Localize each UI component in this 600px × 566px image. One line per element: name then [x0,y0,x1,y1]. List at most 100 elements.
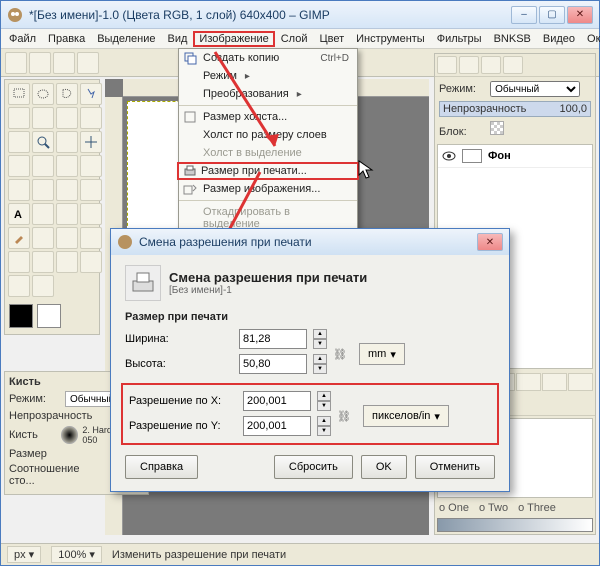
tool-blur[interactable] [80,251,102,273]
toolbox: A [4,79,100,335]
height-input[interactable] [239,354,307,374]
tool-shear[interactable] [8,179,30,201]
canvas-size-icon [183,110,197,124]
tool-crop[interactable] [32,155,54,177]
menu-filters[interactable]: Фильтры [431,31,488,47]
layer-name[interactable]: Фон [488,150,511,162]
print-size-dialog: Смена разрешения при печати ✕ Смена разр… [110,228,510,492]
nav-slider[interactable] [437,518,593,532]
tool-paths[interactable] [80,107,102,129]
status-unit[interactable]: px ▾ [7,546,41,563]
tab-paths[interactable] [481,56,501,74]
tool-foreground[interactable] [56,107,78,129]
tool-flip[interactable] [56,179,78,201]
tool-fuzzy-select[interactable] [80,83,102,105]
tool-pencil[interactable] [80,203,102,225]
tool-by-color[interactable] [8,107,30,129]
res-y-spinner[interactable]: ▲▼ [317,416,331,436]
menu-video[interactable]: Видео [537,31,581,47]
dock-tabs [435,54,595,77]
main-titlebar[interactable]: *[Без имени]-1.0 (Цвета RGB, 1 слой) 640… [1,1,599,29]
layer-anchor-button[interactable] [542,373,567,391]
tool-airbrush[interactable] [56,227,78,249]
tool-color-picker[interactable] [8,131,30,153]
res-unit-button[interactable]: пикселов/in ▾ [363,405,449,427]
duplicate-icon [183,51,197,65]
menu-tools[interactable]: Инструменты [350,31,431,47]
toolbar-btn[interactable] [5,52,27,74]
layer-row[interactable]: Фон [438,145,592,168]
menu-image[interactable]: Изображение [193,31,274,47]
tool-ellipse-select[interactable] [32,83,54,105]
background-swatch[interactable] [37,304,61,328]
tool-eraser[interactable] [32,227,54,249]
menu-view[interactable]: Вид [162,31,194,47]
layer-dup-button[interactable] [516,373,541,391]
tab-undo[interactable] [503,56,523,74]
tool-scale[interactable] [80,155,102,177]
tool-heal[interactable] [32,251,54,273]
slider-two: o Two [479,502,508,514]
tool-measure[interactable] [56,131,78,153]
tool-cage[interactable] [80,179,102,201]
svg-text:A: A [14,209,22,221]
reset-button[interactable]: Сбросить [274,455,353,479]
res-x-spinner[interactable]: ▲▼ [317,391,331,411]
res-x-label: Разрешение по X: [129,395,237,407]
close-button[interactable]: ✕ [567,6,593,24]
width-input[interactable] [239,329,307,349]
layer-lock-label: Блок: [439,126,487,138]
tab-layers[interactable] [437,56,457,74]
slider-three: o Three [518,502,556,514]
foreground-swatch[interactable] [9,304,33,328]
tool-blend[interactable] [56,203,78,225]
menu-select[interactable]: Выделение [91,31,161,47]
tool-rect-select[interactable] [8,83,30,105]
menu-bnksb[interactable]: BNKSB [488,31,537,47]
dialog-close-button[interactable]: ✕ [477,233,503,251]
dialog-titlebar[interactable]: Смена разрешения при печати ✕ [111,229,509,255]
help-button[interactable]: Справка [125,455,198,479]
tool-move[interactable] [80,131,102,153]
tool-dodge[interactable] [32,275,54,297]
tool-free-select[interactable] [56,83,78,105]
res-x-input[interactable] [243,391,311,411]
toolbar-btn[interactable] [77,52,99,74]
tool-rotate[interactable] [56,155,78,177]
tool-scissors[interactable] [32,107,54,129]
menu-file[interactable]: Файл [3,31,42,47]
menu-edit[interactable]: Правка [42,31,91,47]
layer-mode-select[interactable]: Обычный [490,81,580,97]
chain-link-icon[interactable]: ⛓ [333,339,347,369]
maximize-button[interactable]: ▢ [539,6,565,24]
layer-delete-button[interactable] [568,373,593,391]
toolbar-btn[interactable] [29,52,51,74]
tool-paintbrush[interactable] [8,227,30,249]
tool-text[interactable]: A [8,203,30,225]
tool-smudge[interactable] [8,275,30,297]
menu-layer[interactable]: Слой [275,31,314,47]
width-spinner[interactable]: ▲▼ [313,329,327,349]
tool-perspective-clone[interactable] [56,251,78,273]
res-y-input[interactable] [243,416,311,436]
tool-clone[interactable] [8,251,30,273]
brush-preview-icon[interactable] [61,426,78,444]
minimize-button[interactable]: – [511,6,537,24]
tab-channels[interactable] [459,56,479,74]
menu-windows[interactable]: Окна [581,31,600,47]
tool-perspective[interactable] [32,179,54,201]
height-spinner[interactable]: ▲▼ [313,354,327,374]
ok-button[interactable]: OK [361,455,407,479]
status-zoom[interactable]: 100% ▾ [51,546,102,563]
tool-align[interactable] [8,155,30,177]
tool-ink[interactable] [80,227,102,249]
tool-zoom[interactable] [32,131,54,153]
cancel-button[interactable]: Отменить [415,455,495,479]
lock-alpha-icon[interactable] [490,121,504,135]
tool-bucket[interactable] [32,203,54,225]
toolbar-btn[interactable] [53,52,75,74]
size-unit-button[interactable]: mm ▾ [359,343,405,365]
chain-link-icon[interactable]: ⛓ [337,401,351,431]
eye-icon[interactable] [442,149,456,163]
menu-color[interactable]: Цвет [313,31,350,47]
